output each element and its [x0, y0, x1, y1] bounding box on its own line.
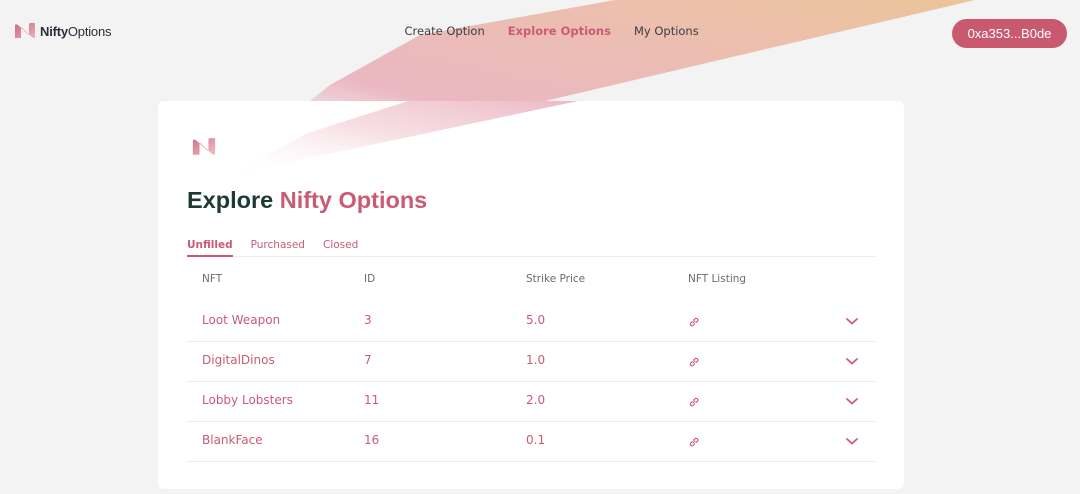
- tab-purchased[interactable]: Purchased: [251, 239, 305, 256]
- strike-price-cell: 0.1: [526, 433, 546, 447]
- nifty-logo-icon: [192, 138, 216, 155]
- id-cell: 7: [364, 353, 372, 367]
- table-row[interactable]: Lobby Lobsters 11 2.0: [187, 382, 875, 422]
- chevron-down-icon[interactable]: [845, 316, 859, 326]
- wallet-address-button[interactable]: 0xa353...B0de: [952, 19, 1067, 48]
- nifty-options-logo[interactable]: NiftyOptions: [14, 22, 111, 40]
- nft-name-cell: BlankFace: [202, 433, 263, 447]
- options-table-body: Loot Weapon 3 5.0 DigitalDinos 7 1.0 Lob…: [187, 302, 875, 462]
- link-icon[interactable]: [688, 436, 700, 448]
- table-row[interactable]: DigitalDinos 7 1.0: [187, 342, 875, 382]
- chevron-down-icon[interactable]: [845, 356, 859, 366]
- id-cell: 11: [364, 393, 380, 407]
- link-icon[interactable]: [688, 356, 700, 368]
- nav-my-options[interactable]: My Options: [622, 24, 710, 38]
- strike-price-cell: 2.0: [526, 393, 546, 407]
- nft-name-cell: DigitalDinos: [202, 353, 275, 367]
- column-header-strike-price: Strike Price: [526, 273, 586, 285]
- link-icon[interactable]: [688, 316, 700, 328]
- page-title-prefix: Explore: [187, 187, 280, 213]
- nft-name-cell: Lobby Lobsters: [202, 393, 293, 407]
- strike-price-cell: 1.0: [526, 353, 546, 367]
- tab-closed[interactable]: Closed: [323, 239, 358, 256]
- table-row[interactable]: BlankFace 16 0.1: [187, 422, 875, 462]
- options-status-tabs: Unfilled Purchased Closed: [187, 239, 875, 257]
- nav-create-option[interactable]: Create Option: [393, 24, 496, 38]
- nav-explore-options[interactable]: Explore Options: [496, 24, 622, 38]
- chevron-down-icon[interactable]: [845, 396, 859, 406]
- chevron-down-icon[interactable]: [845, 436, 859, 446]
- id-cell: 16: [364, 433, 380, 447]
- page-title-accent: Nifty Options: [279, 187, 428, 213]
- top-navigation-bar: NiftyOptions Create Option Explore Optio…: [0, 0, 1080, 64]
- nifty-logo-icon: [15, 23, 35, 38]
- link-icon[interactable]: [688, 396, 700, 408]
- column-header-nft: NFT: [202, 273, 223, 285]
- tab-unfilled[interactable]: Unfilled: [187, 239, 233, 257]
- page-title: Explore Nifty Options: [187, 187, 427, 214]
- strike-price-cell: 5.0: [526, 313, 546, 327]
- explore-options-card: Explore Nifty Options Unfilled Purchased…: [158, 101, 904, 489]
- nft-name-cell: Loot Weapon: [202, 313, 281, 327]
- table-row[interactable]: Loot Weapon 3 5.0: [187, 302, 875, 342]
- id-cell: 3: [364, 313, 372, 327]
- column-header-id: ID: [364, 273, 376, 285]
- table-header: NFT ID Strike Price NFT Listing: [187, 273, 875, 293]
- logo-wordmark: NiftyOptions: [40, 23, 112, 39]
- main-nav: Create Option Explore Options My Options: [393, 24, 710, 38]
- column-header-nft-listing: NFT Listing: [688, 273, 747, 285]
